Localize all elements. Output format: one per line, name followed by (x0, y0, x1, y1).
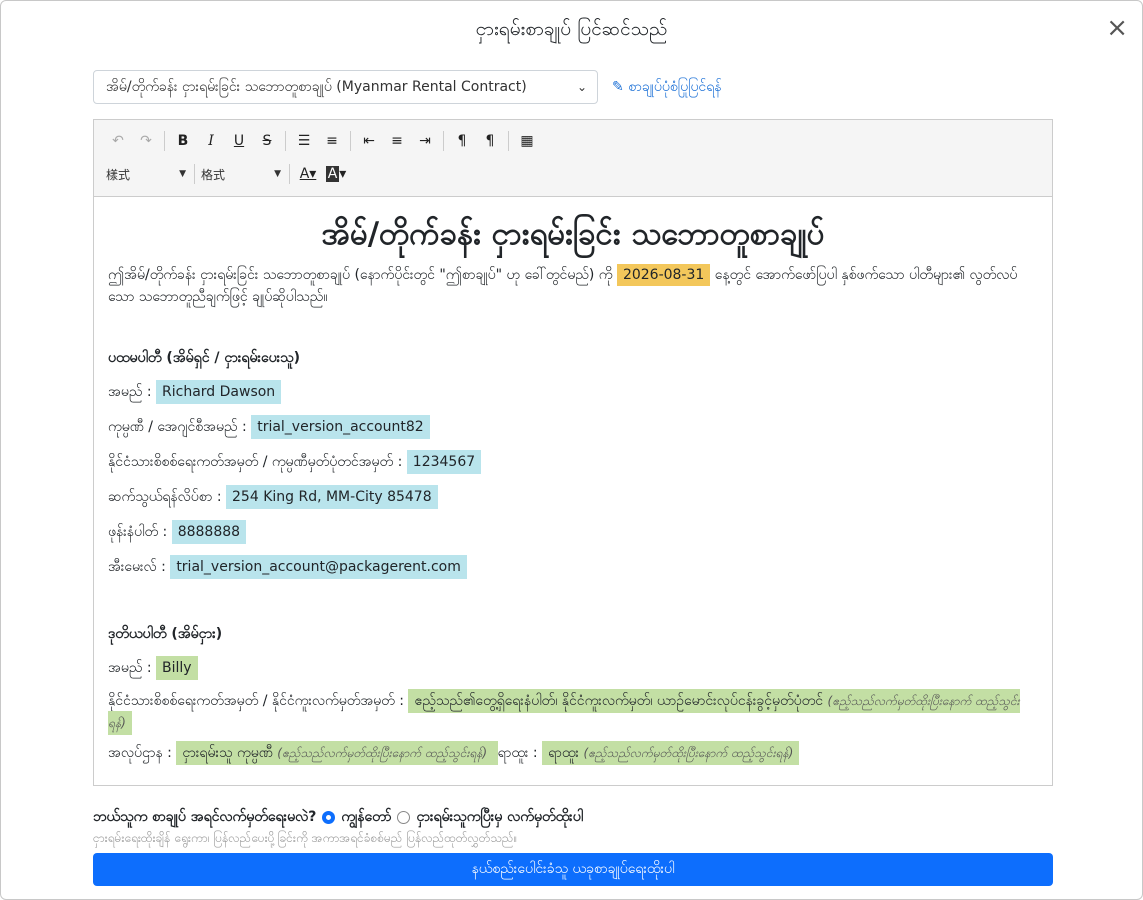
template-select[interactable]: အိမ်/တိုက်ခန်း ငှားရမ်းခြင်း သဘောတူစာချု… (93, 70, 598, 104)
edit-contract-modal: ငှားရမ်းစာချုပ် ပြင်ဆင်သည် × အိမ်/တိုက်ခ… (0, 0, 1143, 900)
contract-date: 2026-08-31 (616, 264, 711, 286)
align-center-icon[interactable]: ≡ (385, 130, 409, 152)
ltr-icon[interactable]: ¶ (450, 130, 474, 152)
party1-id-row: နိုင်ငံသားစိစစ်ရေးကတ်အမှတ် / ကုမ္ပဏီမှတ်… (108, 449, 1038, 475)
editor-toolbar: ↶ ↷ B I U S ☰ ≡ ⇤ ≡ ⇥ ¶ ¶ ▦ 樣式 ▼ 格式 ▼ A▾… (94, 120, 1052, 197)
radio-tenant-label[interactable]: ငှားရမ်းသူကပြီးမှ လက်မှတ်ထိုးပါ (416, 807, 583, 828)
template-select-value: အိမ်/တိုက်ခန်း ငှားရမ်းခြင်း သဘောတူစာချု… (106, 79, 527, 95)
text-color-icon[interactable]: A▾ (296, 163, 320, 185)
background-color-icon[interactable]: A ▾ (324, 163, 348, 185)
chevron-down-icon: ▼ (274, 169, 281, 179)
party2-job: ငှားရမ်းသူ ကုမ္ပဏီ (ဧည့်သည်လက်မှတ်ထိုးပြ… (176, 741, 498, 765)
radio-me-label[interactable]: ကျွန်တော် (341, 807, 391, 828)
party2-name: Billy (156, 656, 198, 680)
bullet-list-icon[interactable]: ≡ (320, 130, 344, 152)
redo-icon[interactable]: ↷ (134, 130, 158, 152)
party1-heading: ပထမပါတီ (အိမ်ရှင် / ငှားရမ်းပေးသူ) (108, 350, 301, 366)
party1-phone-row: ဖုန်းနံပါတ် : 8888888 (108, 519, 1038, 545)
party1-name-row: အမည် : Richard Dawson (108, 379, 1038, 405)
format-dropdown-label: 格式 (201, 167, 226, 182)
align-right-icon[interactable]: ⇥ (413, 130, 437, 152)
table-icon[interactable]: ▦ (515, 130, 539, 152)
first-signer-question: ဘယ်သူက စာချုပ် အရင်လက်မှတ်ရေးမလဲ? (93, 809, 317, 825)
party1-id: 1234567 (406, 450, 482, 474)
style-dropdown[interactable]: 樣式 ▼ (106, 166, 186, 183)
numbered-list-icon[interactable]: ☰ (292, 130, 316, 152)
undo-icon[interactable]: ↶ (106, 130, 130, 152)
edit-template-link[interactable]: ✎ စာချုပ်ပုံစံပြုပြင်ရန် (612, 77, 721, 98)
party1-company: trial_version_account82 (251, 415, 430, 439)
edit-icon: ✎ (612, 79, 624, 95)
style-dropdown-label: 樣式 (106, 167, 131, 182)
chevron-down-icon: ⌄ (576, 80, 587, 94)
party2-heading: ဒုတိယပါတီ (အိမ်ငှား) (108, 626, 223, 642)
party2-id-row: နိုင်ငံသားစိစစ်ရေးကတ်အမှတ် / နိုင်ငံကူးလ… (108, 689, 1038, 735)
close-icon[interactable]: × (1106, 15, 1128, 41)
party1-address: 254 King Rd, MM-City 85478 (226, 485, 438, 509)
party1-phone: 8888888 (171, 520, 247, 544)
radio-tenant[interactable] (397, 811, 411, 824)
first-signer-group: ဘယ်သူက စာချုပ် အရင်လက်မှတ်ရေးမလဲ? ကျွန်တ… (93, 807, 583, 828)
radio-me[interactable] (322, 811, 336, 824)
modal-title: ငှားရမ်းစာချုပ် ပြင်ဆင်သည် (475, 18, 668, 40)
intro-paragraph: ဤအိမ်/တိုက်ခန်း ငှားရမ်းခြင်း သဘောတူစာချ… (108, 264, 1038, 308)
document-title: အိမ်/တိုက်ခန်း ငှားရမ်းခြင်း သဘောတူစာချု… (321, 216, 825, 252)
party1-email: trial_version_account@packagerent.com (170, 555, 467, 579)
strikethrough-icon[interactable]: S (255, 130, 279, 152)
italic-icon[interactable]: I (199, 130, 223, 152)
submit-button[interactable]: နယ်စည်းပေါင်းခံသူ ယခုစာချုပ်ရေးထိုးပါ (93, 853, 1053, 886)
signer-helper-text: ငှားရမ်းရေးထိုးချိန် ရွေးကာ၊ ပြန်လည်ပေးပ… (93, 831, 518, 845)
chevron-down-icon: ▼ (179, 169, 186, 179)
align-left-icon[interactable]: ⇤ (357, 130, 381, 152)
party1-company-row: ကုမ္ပဏီ / အေဂျင်စီအမည် : trial_version_a… (108, 414, 1038, 440)
party1-name: Richard Dawson (156, 380, 282, 404)
party2-title: ရာထူး (ဧည့်သည်လက်မှတ်ထိုးပြီးနောက် ထည့်သ… (542, 741, 800, 765)
bold-icon[interactable]: B (171, 130, 195, 152)
edit-template-link-label: စာချုပ်ပုံစံပြုပြင်ရန် (628, 79, 722, 95)
underline-icon[interactable]: U (227, 130, 251, 152)
party1-email-row: အီးမေးလ် : trial_version_account@package… (108, 554, 1038, 580)
rtl-icon[interactable]: ¶ (478, 130, 502, 152)
party2-name-row: အမည် : Billy (108, 655, 1038, 681)
editor-content[interactable]: အိမ်/တိုက်ခန်း ငှားရမ်းခြင်း သဘောတူစာချု… (94, 197, 1052, 785)
rich-text-editor: ↶ ↷ B I U S ☰ ≡ ⇤ ≡ ⇥ ¶ ¶ ▦ 樣式 ▼ 格式 ▼ A▾… (93, 119, 1053, 786)
party2-job-row: အလုပ်ဌာန : ငှားရမ်းသူ ကုမ္ပဏီ (ဧည့်သည်လက… (108, 740, 1038, 766)
party1-address-row: ဆက်သွယ်ရန်လိပ်စာ : 254 King Rd, MM-City … (108, 484, 1038, 510)
format-dropdown[interactable]: 格式 ▼ (201, 166, 281, 183)
